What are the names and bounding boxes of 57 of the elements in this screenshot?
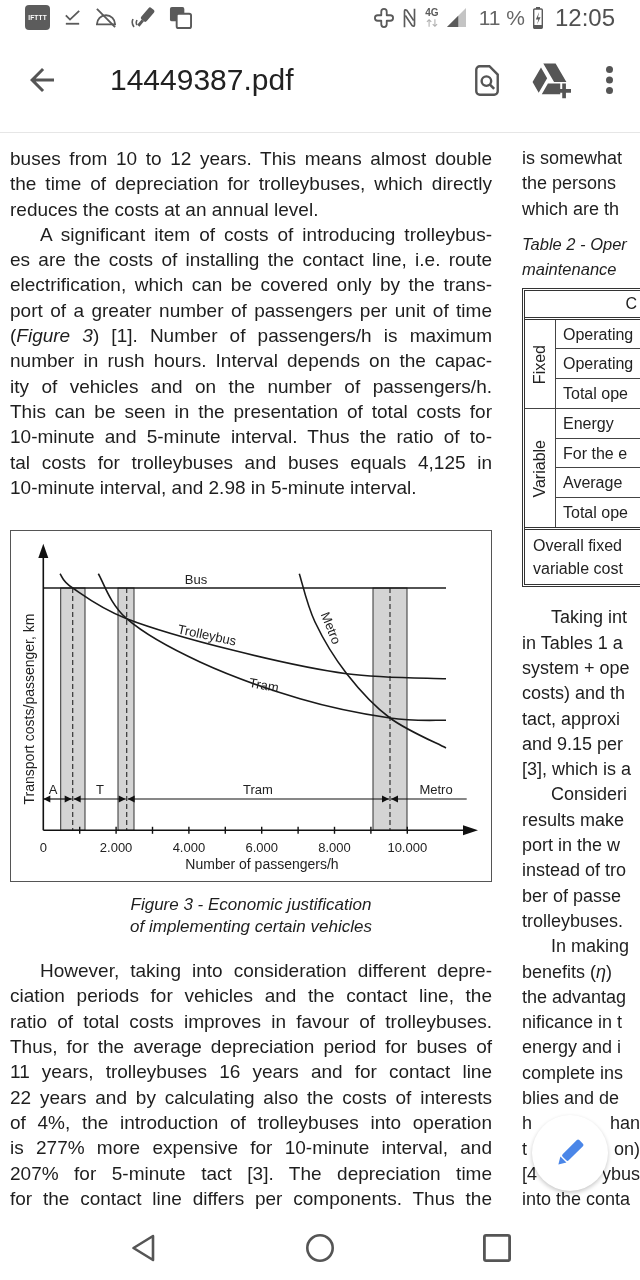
text-fragment: h bbox=[522, 1112, 532, 1136]
axis-title: Transport costs/passenger, km bbox=[21, 613, 37, 805]
body-paragraph: Consideri results make port in the w instead of tro ber of passe trolleybuses. bbox=[522, 783, 629, 933]
curve-label: Trolleybus bbox=[176, 621, 238, 649]
table-group-label: Variable bbox=[531, 439, 549, 498]
figure-caption: Figure 3 - Economic justification of implementing certain vehicles bbox=[129, 894, 373, 939]
tick-label: 6.000 bbox=[245, 840, 278, 856]
curve-label: Metro bbox=[317, 609, 345, 647]
text-fragment: [4 bbox=[522, 1162, 537, 1186]
body-paragraph: Taking int in Tables 1 a system + ope costs) and th tact, approxi and 9.15 per [3], which is a bbox=[522, 606, 633, 782]
text-fragment: han bbox=[609, 1112, 640, 1136]
table-header-cell: C bbox=[525, 290, 640, 320]
body-paragraph: buses from 10 to 12 years. This means almost double the time of depreciation for trolleybuses, which directly reduces the costs at an annual level. bbox=[10, 147, 492, 222]
curve-label: Tram bbox=[248, 675, 280, 696]
range-label: A bbox=[48, 782, 58, 798]
brush-icon bbox=[131, 5, 155, 30]
text-fragment: t bbox=[522, 1137, 527, 1161]
curve-label: Bus bbox=[184, 571, 208, 587]
body-paragraph: is somewhat the persons which are th bbox=[522, 147, 624, 221]
slashed-dome-icon bbox=[95, 7, 117, 28]
plus-outline-icon bbox=[374, 7, 395, 28]
more-icon[interactable] bbox=[606, 66, 613, 94]
nfc-icon bbox=[402, 7, 418, 28]
overlapping-squares-icon bbox=[169, 6, 192, 29]
table-cell-text: Total ope bbox=[562, 383, 629, 404]
table-cell: For the e bbox=[556, 438, 640, 469]
range-label: Metro bbox=[419, 782, 453, 798]
data-arrows-icon bbox=[425, 19, 438, 27]
document-title: 14449387.pdf bbox=[110, 63, 294, 97]
tick-label: 4.000 bbox=[172, 840, 206, 856]
network-type: 4G bbox=[425, 8, 439, 18]
range-label: T bbox=[96, 782, 104, 798]
text-fragment: on) bbox=[614, 1137, 640, 1161]
body-paragraph: However, taking into consideration different depre- ciation periods for vehicles and the contact line, the ratio of total costs improves in favour of trolleybuses. Thus, for the average depreciation period for buses of 11 years, trolleybuses 16 years and for contact line 22 years and by calculating also the costs of interests of 4%, the introduction of trolleybuses into operation is 277% more expensive for 10-minute interval, and 207% for 5-minute tact [3]. The depreciation time for the contact line differs per components. Thus the bbox=[10, 959, 492, 1211]
table-cell: Average bbox=[556, 468, 640, 498]
table-caption: Table 2 - Oper maintenance bbox=[522, 233, 629, 280]
tick-label: 10.000 bbox=[387, 840, 428, 856]
tick-label: 0 bbox=[39, 840, 47, 856]
text-line: into the conta bbox=[522, 1188, 632, 1212]
check-icon bbox=[64, 10, 81, 25]
clock-time: 12:05 bbox=[554, 3, 615, 32]
battery-percent: 11 % bbox=[478, 5, 525, 30]
pencil-icon[interactable] bbox=[555, 1138, 585, 1168]
table-cell: Operating bbox=[556, 319, 640, 350]
table-group-label: Fixed bbox=[531, 344, 549, 384]
table-cell-text: Overall fixed variable cost bbox=[532, 536, 624, 580]
battery-icon bbox=[532, 6, 543, 29]
body-paragraph: A significant item of costs of introducing trolleybus- es are the costs of installing the contact line, i.e. route electrification, which can be covered only by the trans- port of a greater number of passengers per unit of time (Figure 3) [1]. Number of passengers/h is maximum number in rush hours. Interval depends on the capac- ity of vehicles and on the number of passengers/h. This can be seen in the presentation of total costs for 10-minute and 5-minute interval. Thus the ratio of to- tal costs for trolleybuses and buses equals 4,125 in 10-minute interval, and 2.98 in 5-minute interval. bbox=[10, 222, 492, 500]
table-cell-text: Total ope bbox=[562, 502, 629, 523]
tick-label: 8.000 bbox=[318, 840, 351, 856]
signal-icon bbox=[446, 8, 466, 27]
table-cell: Energy bbox=[556, 409, 640, 439]
text-fragment: ybus bbox=[601, 1162, 640, 1186]
axis-title: Number of passengers/h bbox=[185, 856, 339, 873]
range-label: Tram bbox=[243, 782, 273, 798]
table-cell: Operating bbox=[556, 349, 640, 379]
tick-label: 2.000 bbox=[99, 840, 133, 856]
